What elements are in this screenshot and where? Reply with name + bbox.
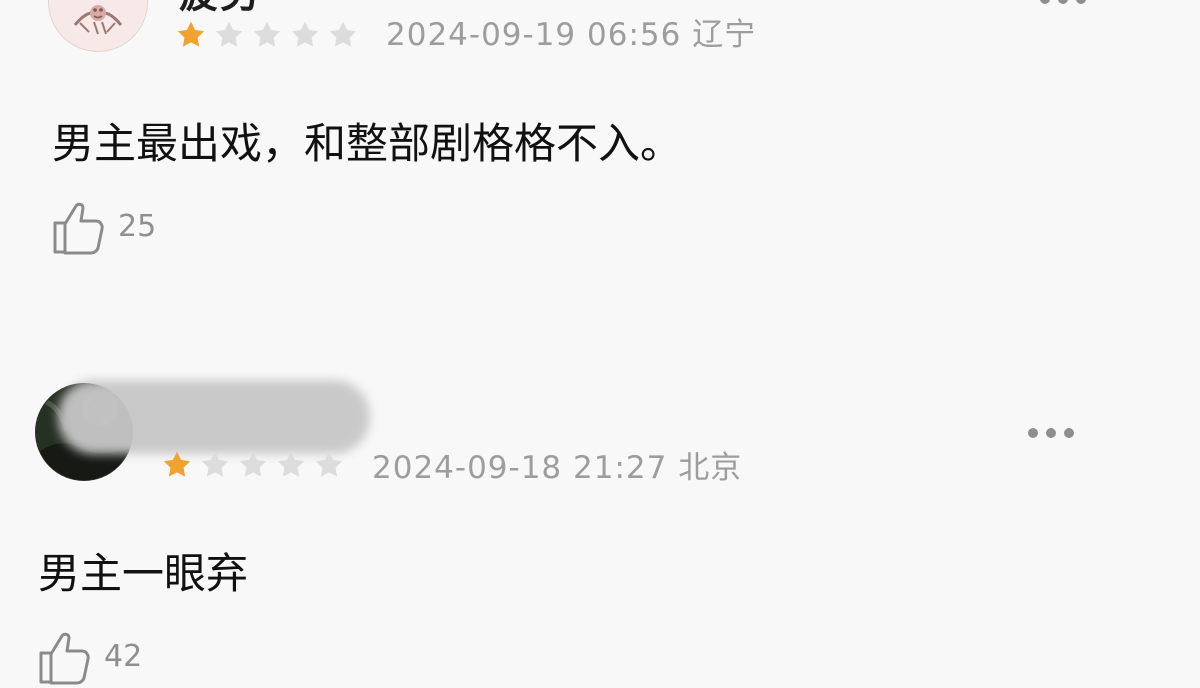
review-content: 男主一眼弃 [38, 549, 249, 598]
thumbs-up-icon [39, 632, 90, 685]
star-empty-icon [291, 21, 319, 47]
star-empty-icon [329, 21, 357, 47]
star-empty-icon [277, 451, 305, 477]
rating-stars [160, 448, 346, 482]
review-datetime: 2024-09-19 06:56 [386, 17, 682, 53]
more-icon [1058, 0, 1068, 4]
more-button[interactable] [1028, 428, 1074, 438]
avatar[interactable] [48, 0, 148, 52]
like-button[interactable]: 25 [52, 198, 156, 256]
star-filled-icon [177, 21, 205, 47]
avatar-illustration [50, 0, 146, 50]
rating-stars [174, 18, 360, 52]
review-meta: 2024-09-19 06:56 辽宁 [386, 18, 756, 52]
review-location: 辽宁 [692, 17, 757, 53]
star-empty-icon [215, 21, 243, 47]
thumbs-up-icon [53, 202, 104, 255]
redacted-username [58, 380, 370, 454]
star-empty-icon [253, 21, 281, 47]
more-icon [1040, 0, 1050, 4]
star-filled-icon [163, 451, 191, 477]
review-content: 男主最出戏，和整部剧格格不入。 [52, 119, 683, 168]
review-meta: 2024-09-18 21:27 北京 [372, 451, 742, 485]
like-count: 25 [118, 209, 157, 244]
review-location: 北京 [678, 450, 743, 486]
more-icon [1064, 428, 1074, 438]
like-count: 42 [104, 639, 143, 674]
review-datetime: 2024-09-18 21:27 [372, 450, 668, 486]
star-empty-icon [201, 451, 229, 477]
more-icon [1028, 428, 1038, 438]
more-button[interactable] [1040, 0, 1086, 4]
star-empty-icon [315, 451, 343, 477]
like-button[interactable]: 42 [38, 628, 142, 686]
username[interactable]: 疲劳 [178, 0, 262, 14]
more-icon [1046, 428, 1056, 438]
more-icon [1076, 0, 1086, 4]
star-empty-icon [239, 451, 267, 477]
